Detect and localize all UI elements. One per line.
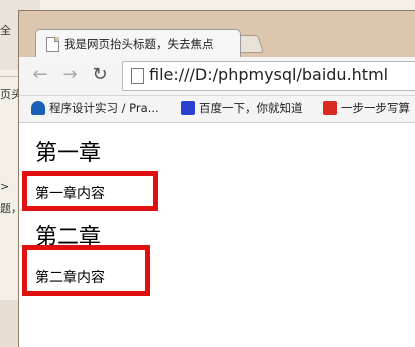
book-icon [31, 101, 45, 115]
reload-icon[interactable]: ↻ [89, 64, 111, 86]
highlight-box-chapter-1 [22, 171, 158, 211]
baidu-paw-icon [181, 101, 195, 115]
bookmark-item[interactable]: 程序设计实习 / Pra... [31, 100, 159, 116]
address-bar[interactable]: file:///D:/phpmysql/baidu.html [122, 61, 415, 91]
highlight-box-chapter-2 [22, 245, 150, 296]
background-text-fragment: > [0, 180, 10, 193]
tab-title: 我是网页抬头标题，失去焦点 [64, 37, 214, 51]
tab-strip: 我是网页抬头标题，失去焦点 [19, 11, 415, 60]
bookmark-label: 程序设计实习 / Pra... [49, 101, 159, 115]
address-bar-url[interactable]: file:///D:/phpmysql/baidu.html [149, 65, 388, 84]
chapter-1-heading: 第一章 [35, 141, 102, 166]
browser-toolbar: ← → ↻ file:///D:/phpmysql/baidu.html [19, 57, 415, 96]
bookmark-item[interactable]: 百度一下，你就知道 [181, 100, 303, 116]
bookmark-label: 一步一步写算 [341, 101, 410, 115]
background-divider [0, 76, 20, 77]
tab-active[interactable]: 我是网页抬头标题，失去焦点 [35, 29, 241, 60]
csdn-c-icon [323, 101, 337, 115]
bookmark-item[interactable]: 一步一步写算 [323, 100, 410, 116]
back-icon[interactable]: ← [29, 64, 51, 86]
page-icon [131, 68, 144, 84]
page-content: 第一章 第一章内容 第二章 第二章内容 [19, 123, 415, 347]
bookmark-label: 百度一下，你就知道 [199, 101, 303, 115]
bookmarks-bar: 程序设计实习 / Pra... 百度一下，你就知道 一步一步写算 [19, 96, 415, 123]
page-icon [46, 37, 59, 52]
forward-icon[interactable]: → [59, 64, 81, 86]
background-text-fragment: 全 [0, 24, 11, 37]
